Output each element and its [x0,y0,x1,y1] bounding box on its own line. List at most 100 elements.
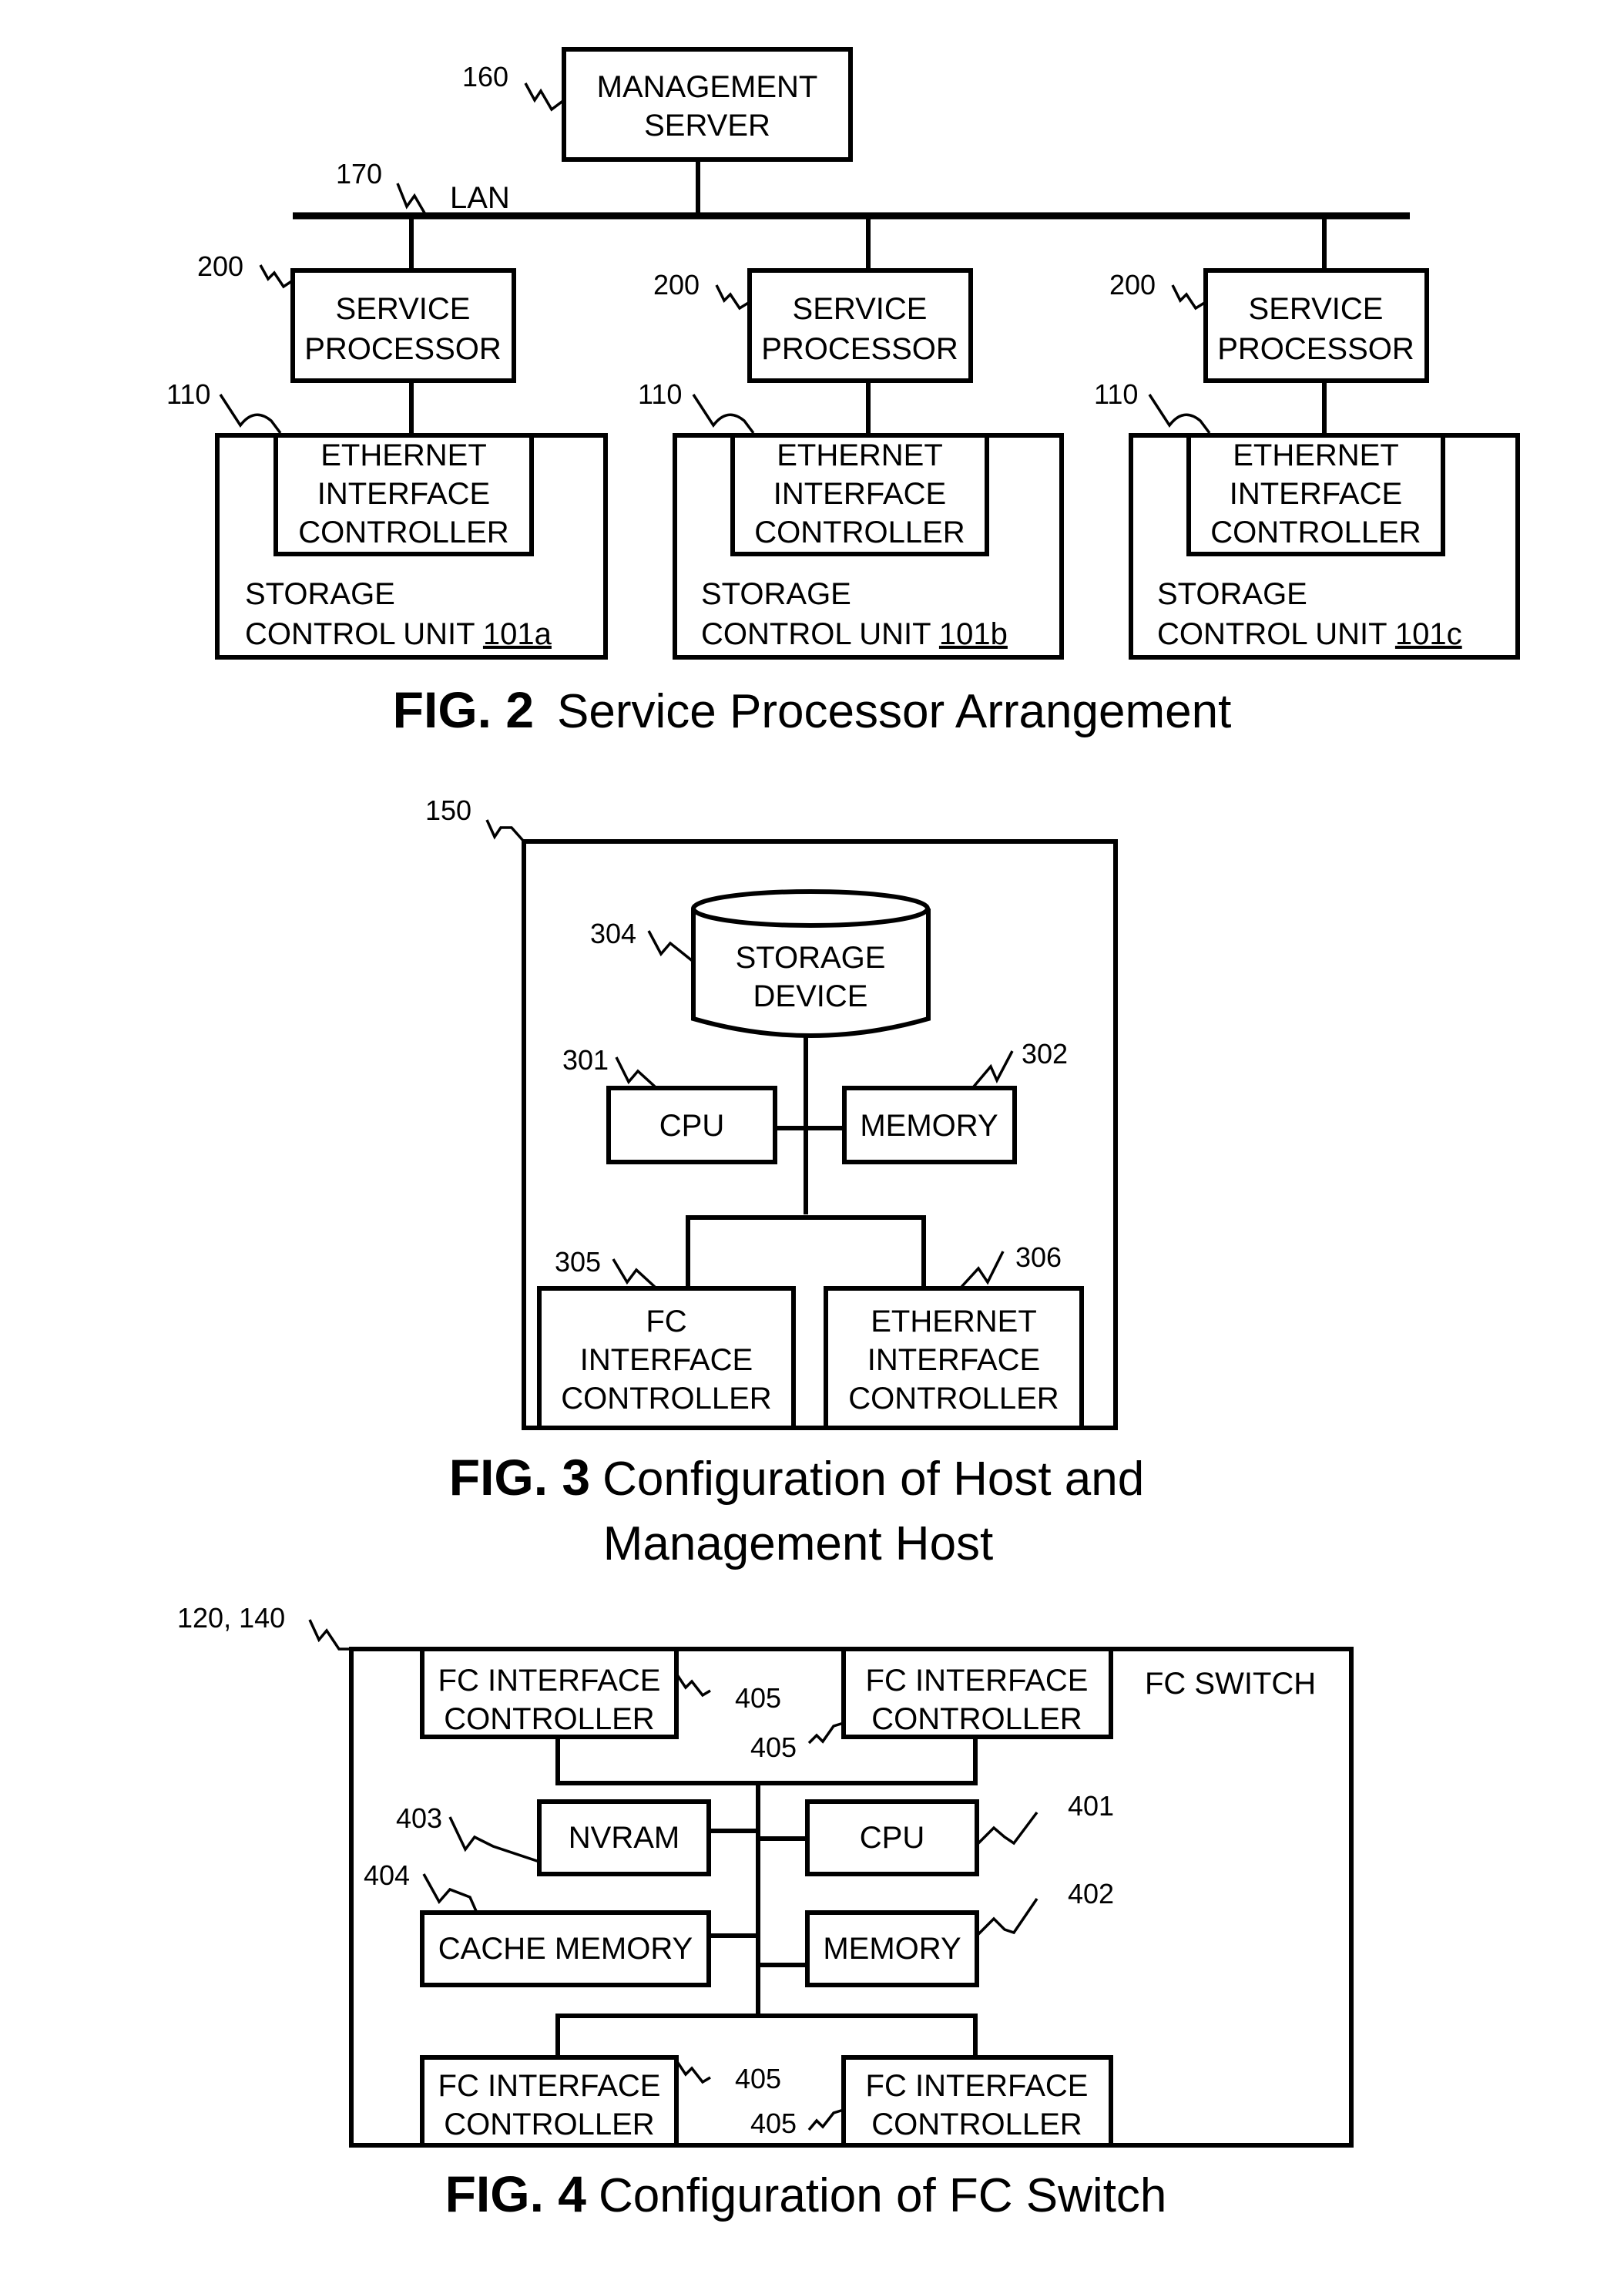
sp-c-label-2: PROCESSOR [1217,332,1414,366]
ref-404: 404 [364,1859,410,1891]
fig4-title: Configuration of FC Switch [599,2169,1166,2222]
cpu-label-fig4: CPU [860,1821,924,1855]
fc-bottom-right-label-1: FC INTERFACE [866,2069,1089,2103]
ref-306: 306 [1015,1241,1062,1273]
sp-a-label-2: PROCESSOR [304,332,502,366]
ref-160: 160 [462,61,508,92]
leader-150 [485,819,525,843]
sp-b-label-1: SERVICE [793,292,928,326]
eth-b-label-3: CONTROLLER [754,516,965,549]
leader-160 [524,82,565,112]
storage-device-label-2: DEVICE [753,979,868,1013]
figure-4: 120, 140 FC SWITCH FC INTERFACE CONTROLL… [177,1602,1354,2222]
fig3-caption-line-1: FIG. 3 Configuration of Host and [449,1449,1144,1506]
figure-2: MANAGEMENT SERVER 160 170 LAN SERVICE PR… [166,47,1520,738]
fc-bottom-left-label-2: CONTROLLER [444,2108,654,2141]
scu-c-label-2: CONTROL UNIT 101c [1157,617,1462,651]
fc-top-left-label-1: FC INTERFACE [438,1664,661,1698]
ref-200-b: 200 [653,269,700,301]
leader-120-140 [308,1619,351,1651]
fc-top-right-label-1: FC INTERFACE [866,1664,1089,1698]
fig4-caption: FIG. 4 Configuration of FC Switch [445,2165,1167,2222]
scu-c-label-1: STORAGE [1157,577,1307,611]
leader-200-a [259,264,294,289]
fc-switch-label: FC SWITCH [1145,1667,1316,1701]
ref-120-140: 120, 140 [177,1602,285,1634]
eth-a-label-1: ETHERNET [320,438,487,472]
ref-401: 401 [1068,1790,1114,1822]
scu-b-label-2: CONTROL UNIT 101b [701,617,1008,651]
nvram-label: NVRAM [569,1821,679,1855]
fig2-title: Service Processor Arrangement [557,685,1231,738]
memory-label: MEMORY [860,1109,998,1143]
leader-200-b [715,284,750,311]
ref-200-c: 200 [1109,269,1156,301]
scu-a-label-2: CONTROL UNIT 101a [245,617,552,651]
eth-ctrl-label-1: ETHERNET [871,1305,1037,1338]
fc-bottom-right-label-2: CONTROLLER [871,2108,1082,2141]
scu-b-label-1: STORAGE [701,577,851,611]
sp-b-label-2: PROCESSOR [761,332,958,366]
scu-c-id: 101c [1395,617,1462,651]
fc-top-right-label-2: CONTROLLER [871,1702,1082,1736]
unit-a: SERVICE PROCESSOR 200 ETHERNET INTERFACE… [166,216,608,660]
fig4-number: FIG. 4 [445,2165,587,2222]
scu-a-label-1: STORAGE [245,577,395,611]
ref-405-top-left: 405 [735,1682,781,1714]
fc-top-left-label-2: CONTROLLER [444,1702,654,1736]
eth-c-label-2: INTERFACE [1230,477,1402,511]
eth-ctrl-label-2: INTERFACE [867,1343,1040,1377]
fc-ctrl-label-1: FC [646,1305,686,1338]
unit-c: SERVICE PROCESSOR 200 ETHERNET INTERFACE… [1094,216,1520,660]
sp-a-label-1: SERVICE [336,292,471,326]
patent-drawing-sheet: MANAGEMENT SERVER 160 170 LAN SERVICE PR… [166,47,1520,2222]
fig2-caption: FIG. 2 Service Processor Arrangement [393,681,1232,738]
leader-110-b [692,394,755,435]
storage-device-top [691,889,930,928]
cache-memory-label: CACHE MEMORY [438,1932,693,1966]
leader-170 [396,183,427,215]
ref-110-a: 110 [166,378,210,410]
sp-c-label-1: SERVICE [1249,292,1384,326]
lan-label: LAN [450,181,510,215]
ref-403: 403 [396,1802,442,1834]
ref-170: 170 [336,158,382,190]
fig3-caption-line-2: Management Host [603,1517,994,1570]
eth-a-label-3: CONTROLLER [298,516,508,549]
eth-b-label-1: ETHERNET [777,438,943,472]
ref-405-bottom-right: 405 [750,2108,797,2139]
management-server-label-2: SERVER [644,109,770,143]
cpu-label: CPU [659,1109,724,1143]
ref-150: 150 [425,794,471,826]
fc-ctrl-label-3: CONTROLLER [561,1382,771,1416]
management-server-label-1: MANAGEMENT [597,70,818,104]
ref-200-a: 200 [197,250,243,282]
fig3-number: FIG. 3 [449,1449,590,1506]
fig3-title-1: Configuration of Host and [602,1453,1144,1506]
eth-b-label-2: INTERFACE [773,477,946,511]
ref-110-b: 110 [638,378,682,410]
fc-bottom-left-label-1: FC INTERFACE [438,2069,661,2103]
leader-110-a [219,394,282,435]
leader-110-c [1148,394,1211,435]
ref-305: 305 [555,1246,601,1278]
fc-ctrl-label-2: INTERFACE [580,1343,753,1377]
eth-c-label-1: ETHERNET [1233,438,1399,472]
scu-a-id: 101a [483,617,552,651]
storage-device-label-1: STORAGE [736,941,886,975]
ref-405-bottom-left: 405 [735,2063,781,2094]
ref-301: 301 [562,1044,609,1076]
eth-c-label-3: CONTROLLER [1210,516,1421,549]
ref-402: 402 [1068,1878,1114,1909]
ref-302: 302 [1022,1038,1068,1070]
ref-304: 304 [590,918,636,949]
scu-c-name: CONTROL UNIT [1157,617,1387,651]
ref-110-c: 110 [1094,378,1138,410]
scu-b-name: CONTROL UNIT [701,617,931,651]
eth-a-label-2: INTERFACE [317,477,490,511]
memory-label-fig4: MEMORY [823,1932,961,1966]
fig2-number: FIG. 2 [393,681,534,738]
management-server-box [562,47,853,162]
figure-3: 150 STORAGE DEVICE 304 CPU 301 MEMORY 30… [425,794,1144,1570]
scu-a-name: CONTROL UNIT [245,617,475,651]
